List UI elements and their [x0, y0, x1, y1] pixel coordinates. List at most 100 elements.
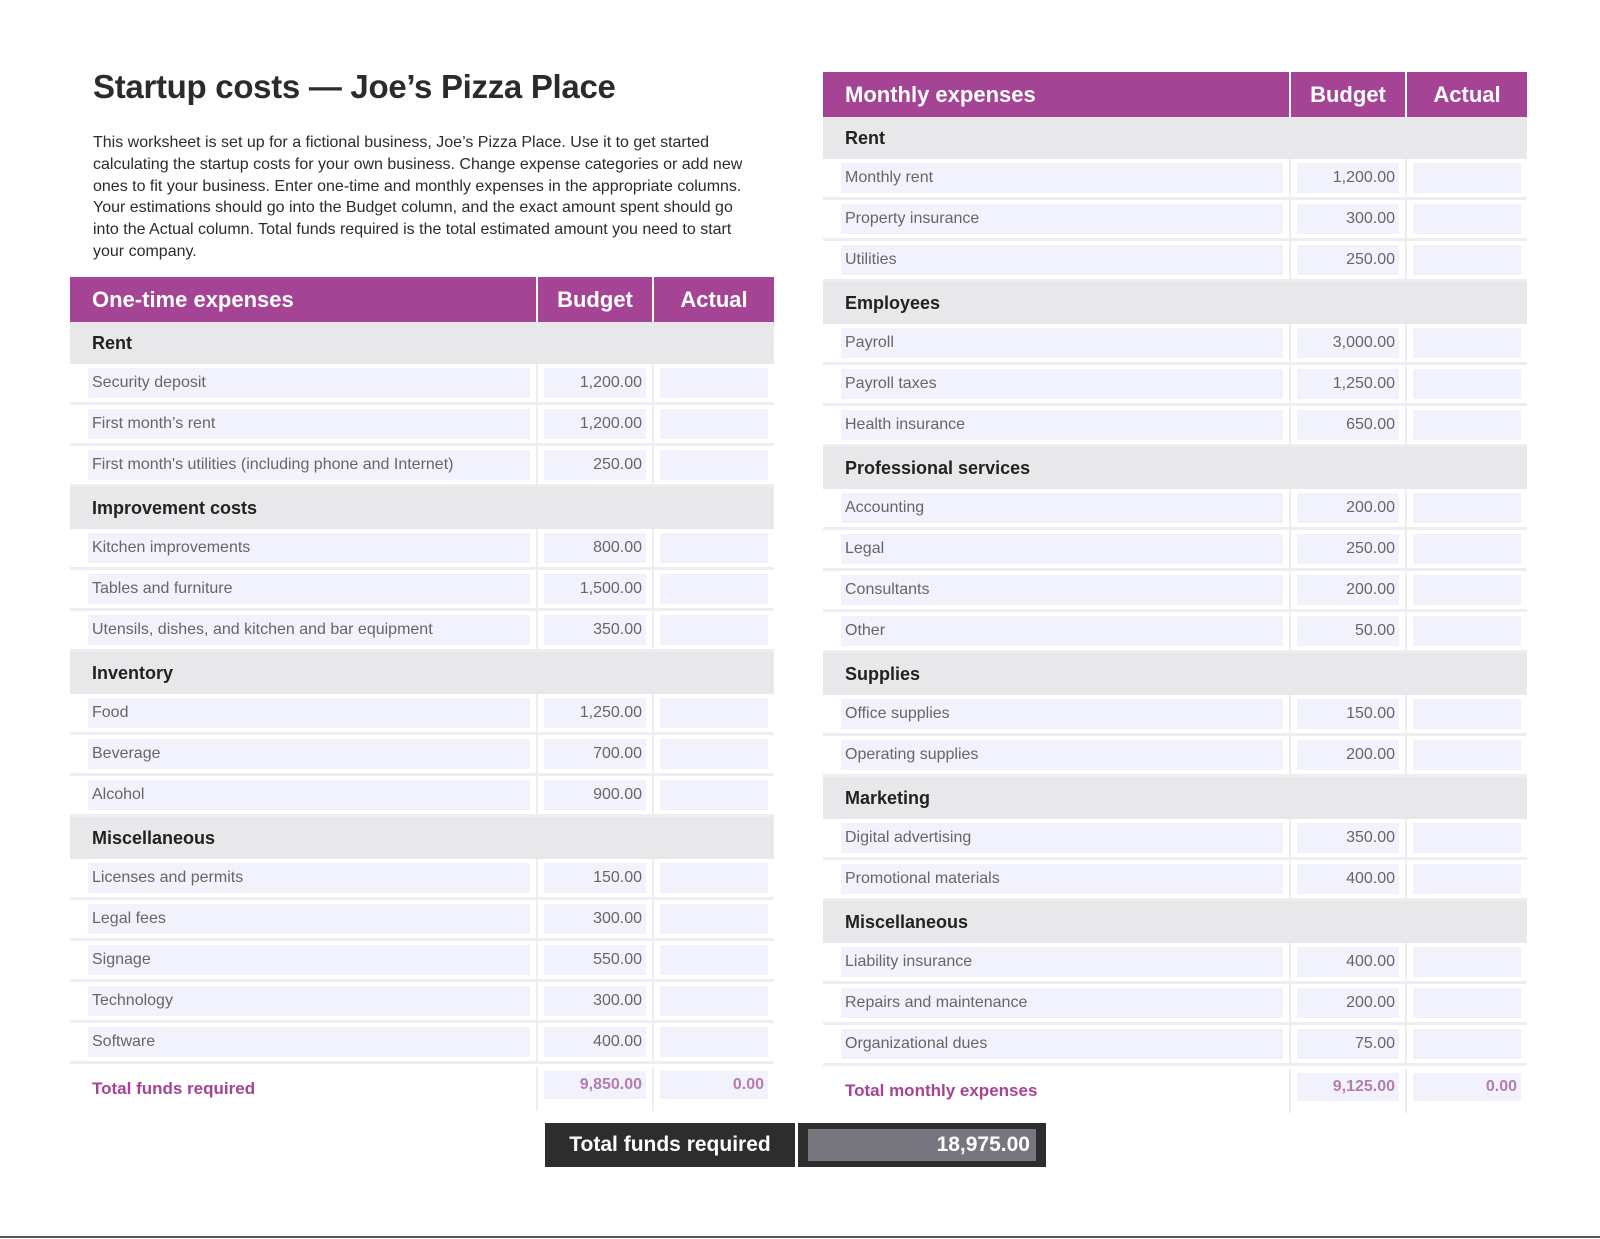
actual-input[interactable]	[660, 780, 768, 810]
item-label-input[interactable]: Alcohol	[88, 780, 530, 810]
item-label-input[interactable]: Property insurance	[841, 204, 1283, 234]
budget-input[interactable]: 400.00	[544, 1027, 646, 1057]
actual-input[interactable]	[1413, 988, 1521, 1018]
item-label-input[interactable]: Other	[841, 616, 1283, 646]
item-label-input[interactable]: Operating supplies	[841, 740, 1283, 770]
budget-input[interactable]: 250.00	[1297, 245, 1399, 275]
actual-input[interactable]	[1413, 204, 1521, 234]
actual-input[interactable]	[1413, 864, 1521, 894]
item-label-input[interactable]: Kitchen improvements	[88, 533, 530, 563]
item-label-input[interactable]: Signage	[88, 945, 530, 975]
actual-input[interactable]	[660, 945, 768, 975]
item-label-input[interactable]: Health insurance	[841, 410, 1283, 440]
actual-input[interactable]	[1413, 823, 1521, 853]
actual-input[interactable]	[660, 368, 768, 398]
actual-input[interactable]	[660, 574, 768, 604]
actual-input[interactable]	[1413, 163, 1521, 193]
item-label-input[interactable]: Monthly rent	[841, 163, 1283, 193]
item-label-input[interactable]: Software	[88, 1027, 530, 1057]
actual-input[interactable]	[1413, 699, 1521, 729]
budget-input[interactable]: 1,200.00	[1297, 163, 1399, 193]
budget-cell: 1,250.00	[538, 694, 654, 732]
budget-input[interactable]: 400.00	[1297, 864, 1399, 894]
item-label-input[interactable]: Legal fees	[88, 904, 530, 934]
budget-input[interactable]: 550.00	[544, 945, 646, 975]
actual-input[interactable]	[1413, 1029, 1521, 1059]
item-label-input[interactable]: Payroll	[841, 328, 1283, 358]
budget-input[interactable]: 300.00	[544, 986, 646, 1016]
budget-input[interactable]: 350.00	[1297, 823, 1399, 853]
budget-input[interactable]: 300.00	[1297, 204, 1399, 234]
actual-input[interactable]	[1413, 493, 1521, 523]
budget-input[interactable]: 50.00	[1297, 616, 1399, 646]
item-label-input[interactable]: First month’s rent	[88, 409, 530, 439]
actual-input[interactable]	[1413, 328, 1521, 358]
item-label-input[interactable]: Technology	[88, 986, 530, 1016]
actual-input[interactable]	[660, 409, 768, 439]
actual-input[interactable]	[1413, 947, 1521, 977]
budget-input[interactable]: 650.00	[1297, 410, 1399, 440]
budget-input[interactable]: 900.00	[544, 780, 646, 810]
item-label-input[interactable]: Consultants	[841, 575, 1283, 605]
item-label-input[interactable]: Legal	[841, 534, 1283, 564]
item-label-input[interactable]: Utilities	[841, 245, 1283, 275]
actual-input[interactable]	[660, 533, 768, 563]
budget-input[interactable]: 1,250.00	[1297, 369, 1399, 399]
actual-input[interactable]	[660, 450, 768, 480]
item-label-cell: Kitchen improvements	[70, 529, 538, 567]
budget-input[interactable]: 1,200.00	[544, 409, 646, 439]
actual-input[interactable]	[660, 863, 768, 893]
actual-input[interactable]	[1413, 534, 1521, 564]
actual-input[interactable]	[1413, 616, 1521, 646]
budget-input[interactable]: 350.00	[544, 615, 646, 645]
header-name: Monthly expenses	[823, 72, 1291, 117]
budget-input[interactable]: 1,500.00	[544, 574, 646, 604]
item-label-input[interactable]: Utensils, dishes, and kitchen and bar eq…	[88, 615, 530, 645]
actual-input[interactable]	[1413, 245, 1521, 275]
budget-input[interactable]: 200.00	[1297, 988, 1399, 1018]
item-label-input[interactable]: Repairs and maintenance	[841, 988, 1283, 1018]
budget-input[interactable]: 150.00	[544, 863, 646, 893]
budget-input[interactable]: 250.00	[1297, 534, 1399, 564]
item-label-input[interactable]: Licenses and permits	[88, 863, 530, 893]
budget-cell: 150.00	[538, 859, 654, 897]
actual-input[interactable]	[660, 904, 768, 934]
actual-input[interactable]	[660, 986, 768, 1016]
actual-input[interactable]	[1413, 369, 1521, 399]
budget-input[interactable]: 75.00	[1297, 1029, 1399, 1059]
actual-input[interactable]	[660, 698, 768, 728]
budget-input[interactable]: 700.00	[544, 739, 646, 769]
budget-input[interactable]: 200.00	[1297, 740, 1399, 770]
actual-input[interactable]	[660, 615, 768, 645]
actual-input[interactable]	[1413, 740, 1521, 770]
budget-input[interactable]: 250.00	[544, 450, 646, 480]
actual-input[interactable]	[660, 739, 768, 769]
item-label-input[interactable]: Office supplies	[841, 699, 1283, 729]
budget-input[interactable]: 150.00	[1297, 699, 1399, 729]
budget-input[interactable]: 300.00	[544, 904, 646, 934]
actual-input[interactable]	[1413, 410, 1521, 440]
budget-input[interactable]: 200.00	[1297, 575, 1399, 605]
item-label-input[interactable]: Promotional materials	[841, 864, 1283, 894]
budget-input[interactable]: 1,200.00	[544, 368, 646, 398]
actual-input[interactable]	[660, 1027, 768, 1057]
budget-cell: 900.00	[538, 776, 654, 814]
item-label-input[interactable]: Payroll taxes	[841, 369, 1283, 399]
item-label-input[interactable]: Food	[88, 698, 530, 728]
budget-input[interactable]: 400.00	[1297, 947, 1399, 977]
item-label-input[interactable]: Accounting	[841, 493, 1283, 523]
budget-input[interactable]: 1,250.00	[544, 698, 646, 728]
budget-cell: 200.00	[1291, 571, 1407, 609]
item-label-input[interactable]: Digital advertising	[841, 823, 1283, 853]
item-label-input[interactable]: Beverage	[88, 739, 530, 769]
item-label-input[interactable]: Liability insurance	[841, 947, 1283, 977]
item-label-input[interactable]: Tables and furniture	[88, 574, 530, 604]
actual-input[interactable]	[1413, 575, 1521, 605]
item-label-cell: Liability insurance	[823, 943, 1291, 981]
item-label-input[interactable]: First month's utilities (including phone…	[88, 450, 530, 480]
item-label-input[interactable]: Security deposit	[88, 368, 530, 398]
budget-input[interactable]: 800.00	[544, 533, 646, 563]
budget-input[interactable]: 3,000.00	[1297, 328, 1399, 358]
item-label-input[interactable]: Organizational dues	[841, 1029, 1283, 1059]
budget-input[interactable]: 200.00	[1297, 493, 1399, 523]
